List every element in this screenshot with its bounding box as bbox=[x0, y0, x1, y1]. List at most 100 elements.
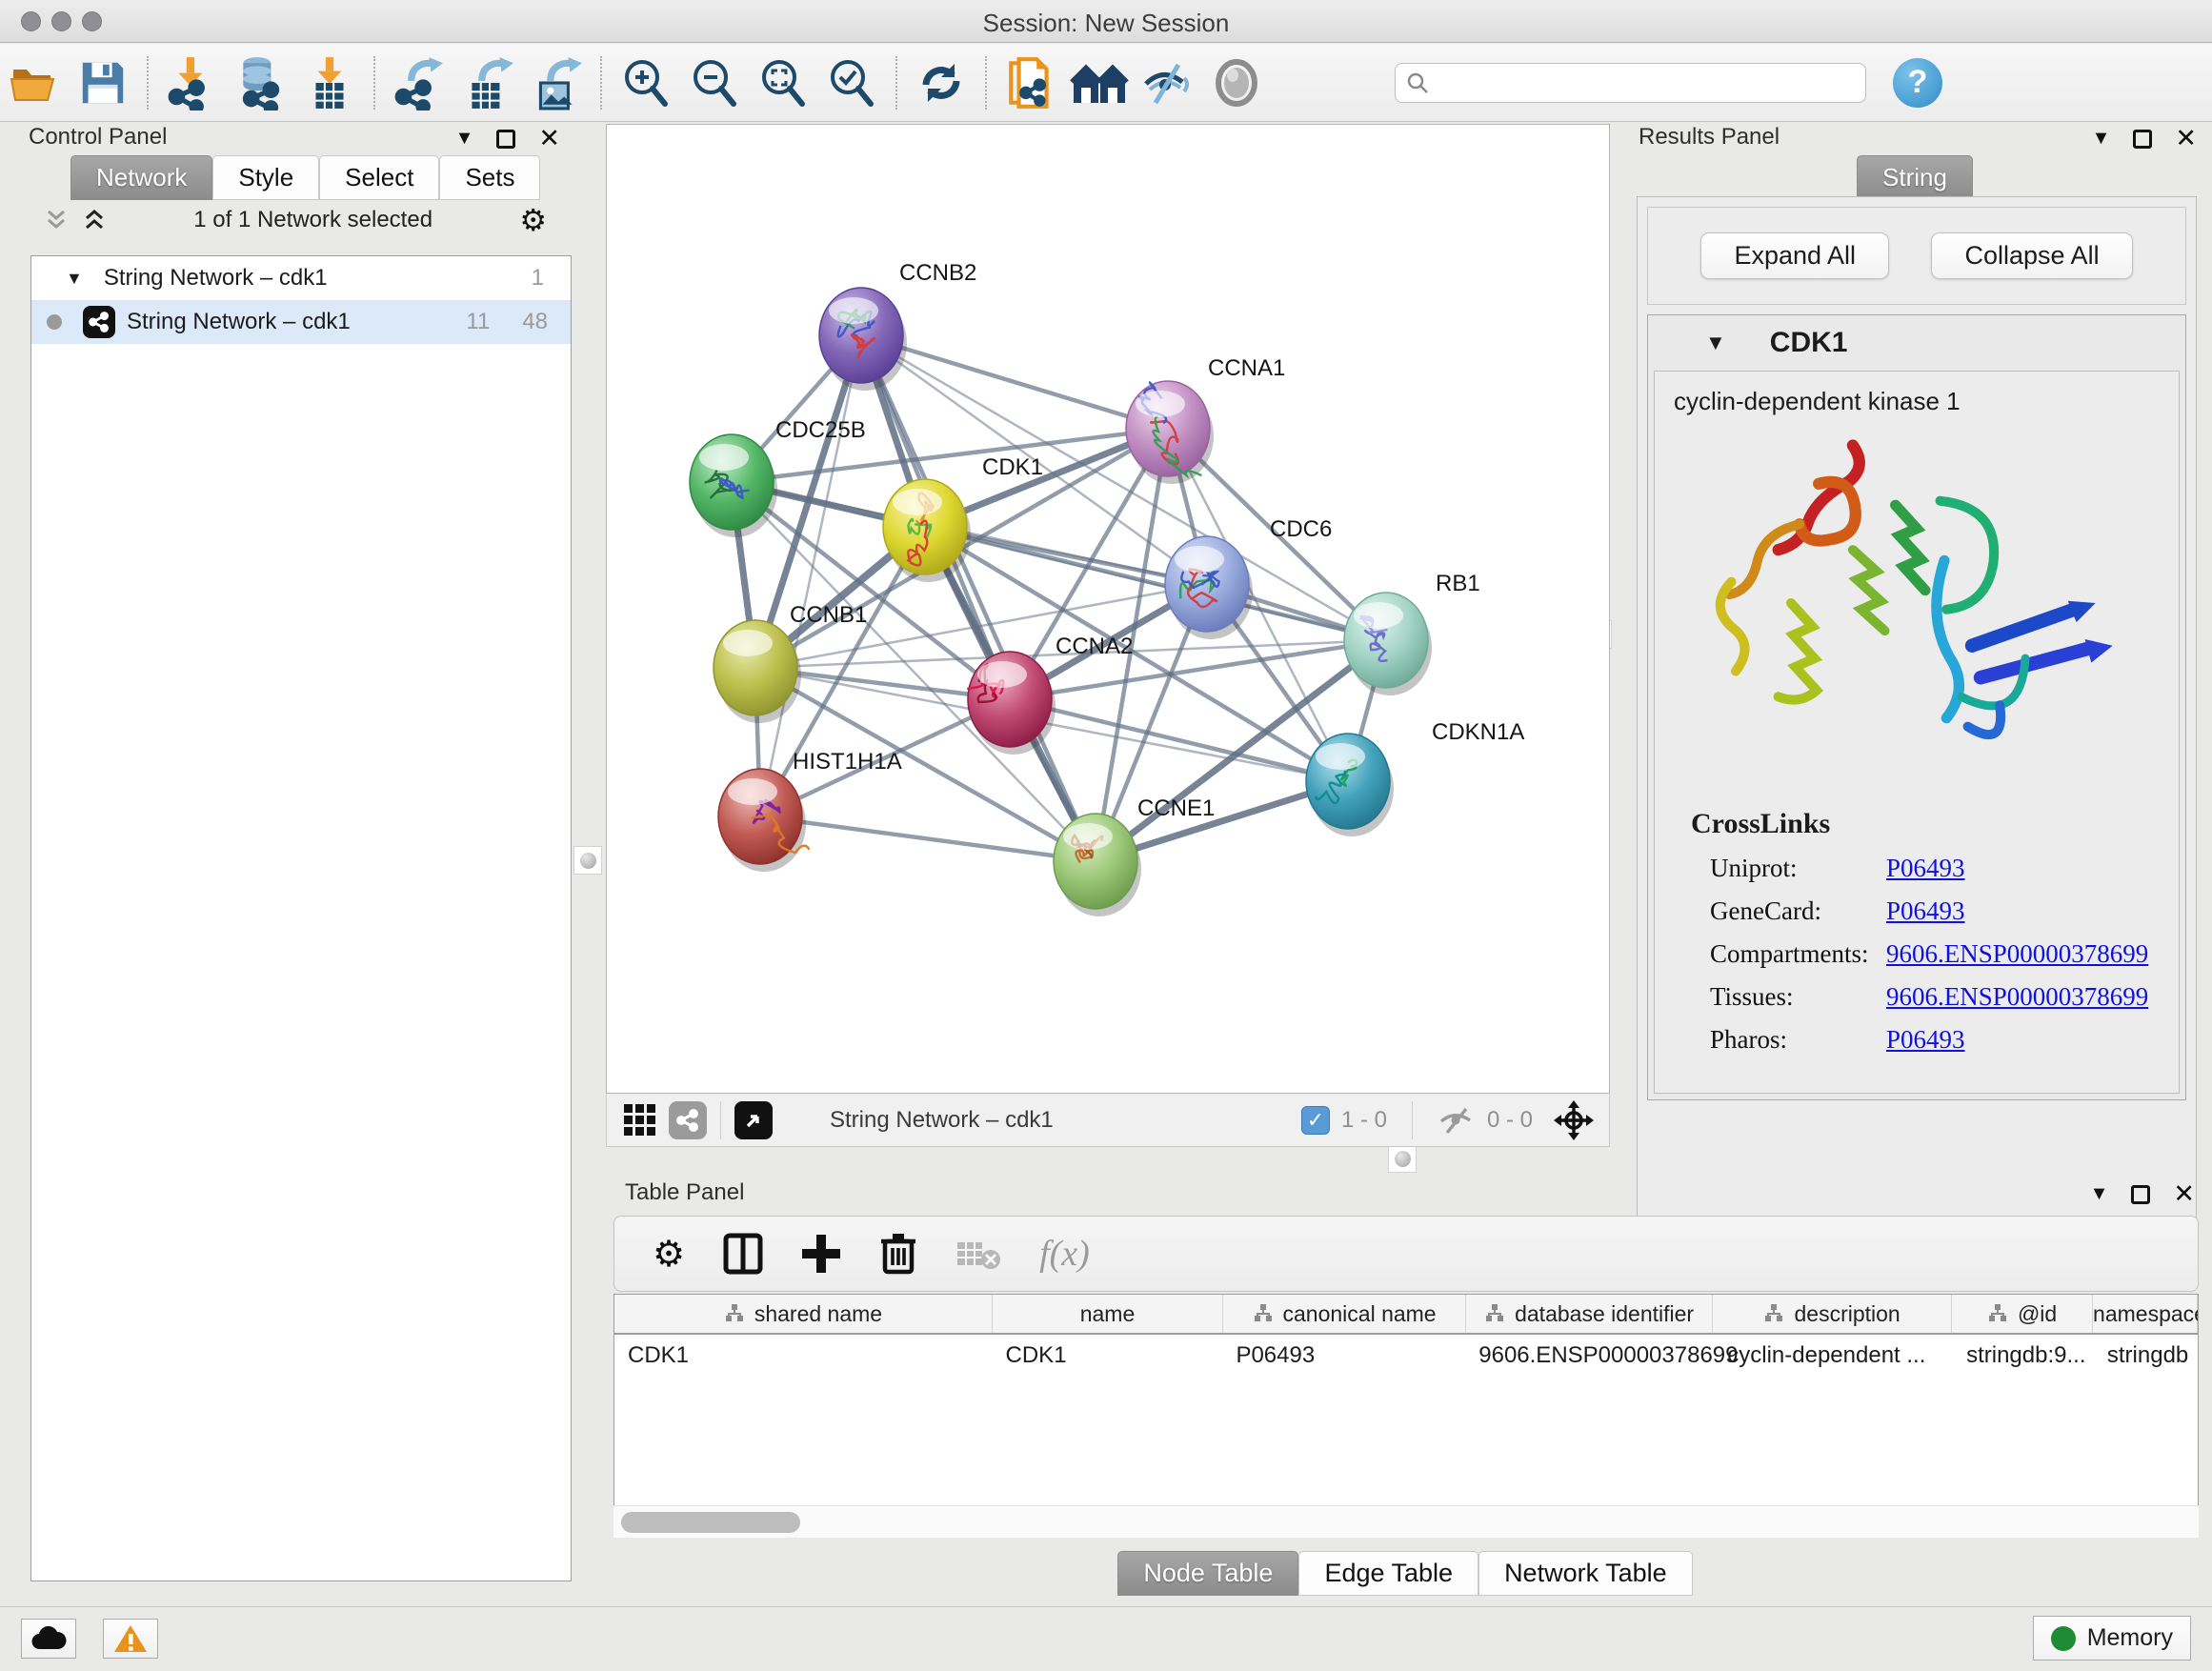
zoom-fit-button[interactable] bbox=[749, 51, 817, 114]
tab-sets[interactable]: Sets bbox=[439, 155, 540, 200]
birdseye-view-icon[interactable] bbox=[734, 1101, 773, 1139]
import-network-file-button[interactable] bbox=[158, 51, 227, 114]
column-header-database-identifier[interactable]: database identifier bbox=[1466, 1295, 1713, 1333]
crosslink-link[interactable]: P06493 bbox=[1886, 896, 1965, 926]
float-panel-icon[interactable] bbox=[2131, 1185, 2150, 1204]
table-gear-icon[interactable]: ⚙ bbox=[653, 1233, 685, 1276]
cell-database-identifier[interactable]: 9606.ENSP00000378699 bbox=[1465, 1335, 1714, 1377]
add-column-icon[interactable] bbox=[801, 1233, 841, 1275]
column-header-name[interactable]: name bbox=[993, 1295, 1223, 1333]
tab-node-table[interactable]: Node Table bbox=[1117, 1551, 1298, 1596]
float-panel-icon[interactable] bbox=[2133, 130, 2152, 149]
node-CDKN1A[interactable]: CDKN1A bbox=[1306, 719, 1524, 836]
grid-view-icon[interactable] bbox=[624, 1104, 655, 1136]
panel-menu-icon[interactable]: ▼ bbox=[2090, 1183, 2109, 1205]
cell-canonical-name[interactable]: P06493 bbox=[1222, 1335, 1465, 1377]
node-table[interactable]: shared namenamecanonical namedatabase id… bbox=[613, 1294, 2199, 1538]
edge-CCNB2-CCNE1[interactable] bbox=[861, 335, 1096, 861]
network-graph[interactable]: CCNB2CCNA1CDC25BCDK1CDC6RB1CCNB1CCNA2CDK… bbox=[607, 125, 1609, 1093]
zoom-out-button[interactable] bbox=[680, 51, 749, 114]
column-header-@id[interactable]: @id bbox=[1952, 1295, 2093, 1333]
cell-name[interactable]: CDK1 bbox=[993, 1335, 1223, 1377]
expand-all-icon[interactable] bbox=[82, 208, 107, 232]
zoom-selected-button[interactable] bbox=[817, 51, 886, 114]
crosslink-link[interactable]: 9606.ENSP00000378699 bbox=[1886, 939, 2148, 969]
close-panel-icon[interactable]: ✕ bbox=[2173, 1179, 2195, 1209]
hide-unhide-button[interactable] bbox=[1134, 51, 1202, 114]
cell-shared-name[interactable]: CDK1 bbox=[614, 1335, 993, 1377]
hidden-eye-icon[interactable] bbox=[1438, 1106, 1476, 1135]
crosslink-link[interactable]: P06493 bbox=[1886, 1025, 1965, 1055]
edge-CCNB2-HIST1H1A[interactable] bbox=[760, 335, 861, 816]
node-CCNE1[interactable]: CCNE1 bbox=[1054, 795, 1215, 916]
fit-content-crosshair-icon[interactable] bbox=[1552, 1098, 1596, 1142]
edge-CCNB2-CCNA1[interactable] bbox=[861, 335, 1168, 429]
export-table-button[interactable] bbox=[453, 51, 522, 114]
zoom-in-button[interactable] bbox=[612, 51, 680, 114]
panel-menu-icon[interactable]: ▼ bbox=[2092, 128, 2111, 150]
cloud-button[interactable] bbox=[21, 1619, 76, 1659]
tab-style[interactable]: Style bbox=[212, 155, 319, 200]
network-view-share-icon[interactable] bbox=[669, 1101, 707, 1139]
memory-button[interactable]: Memory bbox=[2033, 1616, 2191, 1661]
column-header-description[interactable]: description bbox=[1713, 1295, 1952, 1333]
delete-column-icon[interactable] bbox=[879, 1232, 917, 1276]
tab-network-table[interactable]: Network Table bbox=[1478, 1551, 1693, 1596]
help-button[interactable]: ? bbox=[1893, 58, 1942, 108]
gear-icon[interactable]: ⚙ bbox=[519, 202, 547, 238]
cell-@id[interactable]: stringdb:9... bbox=[1953, 1335, 2094, 1377]
table-row[interactable]: CDK1CDK1P064939606.ENSP00000378699cyclin… bbox=[614, 1335, 2198, 1377]
glass-ball-button[interactable] bbox=[1202, 51, 1271, 114]
search-field[interactable] bbox=[1395, 63, 1866, 103]
edge-HIST1H1A-CCNE1[interactable] bbox=[760, 816, 1096, 861]
import-network-database-button[interactable] bbox=[227, 51, 295, 114]
network-tree-root-row[interactable]: ▼ String Network – cdk1 1 bbox=[31, 256, 571, 300]
save-session-button[interactable] bbox=[69, 51, 137, 114]
export-network-button[interactable] bbox=[385, 51, 453, 114]
function-builder-icon[interactable]: f(x) bbox=[1039, 1233, 1090, 1275]
gene-entry-header[interactable]: ▼ CDK1 bbox=[1648, 315, 2185, 371]
panel-menu-icon[interactable]: ▼ bbox=[455, 128, 474, 150]
search-input[interactable] bbox=[1430, 70, 1849, 96]
warning-button[interactable] bbox=[103, 1619, 158, 1659]
node-HIST1H1A[interactable]: HIST1H1A bbox=[718, 749, 902, 872]
network-canvas[interactable]: CCNB2CCNA1CDC25BCDK1CDC6RB1CCNB1CCNA2CDK… bbox=[606, 124, 1610, 1094]
tab-edge-table[interactable]: Edge Table bbox=[1298, 1551, 1478, 1596]
column-header-canonical-name[interactable]: canonical name bbox=[1223, 1295, 1466, 1333]
node-CCNB1[interactable]: CCNB1 bbox=[714, 602, 867, 723]
close-panel-icon[interactable]: ✕ bbox=[2175, 124, 2197, 153]
tree-expander-icon[interactable]: ▼ bbox=[66, 269, 83, 289]
table-horizontal-scrollbar[interactable] bbox=[613, 1505, 2199, 1538]
cell-namespace[interactable]: stringdb bbox=[2094, 1335, 2198, 1377]
left-splitter-handle[interactable] bbox=[573, 846, 602, 875]
open-session-button[interactable] bbox=[0, 51, 69, 114]
entry-expander-icon[interactable]: ▼ bbox=[1705, 331, 1726, 355]
expand-all-button[interactable]: Expand All bbox=[1700, 232, 1889, 279]
refresh-layout-button[interactable] bbox=[907, 51, 975, 114]
scrollbar-thumb[interactable] bbox=[621, 1512, 800, 1533]
table-icon bbox=[472, 83, 499, 109]
new-network-from-file-button[interactable] bbox=[996, 51, 1065, 114]
zoom-fit-icon bbox=[756, 56, 810, 110]
selected-checkbox-icon[interactable]: ✓ bbox=[1301, 1106, 1330, 1135]
tab-string[interactable]: String bbox=[1857, 155, 1973, 200]
import-table-button[interactable] bbox=[295, 51, 364, 114]
cell-description[interactable]: cyclin-dependent ... bbox=[1714, 1335, 1953, 1377]
column-header-shared-name[interactable]: shared name bbox=[614, 1295, 993, 1333]
node-CCNB2[interactable]: CCNB2 bbox=[819, 260, 976, 391]
node-RB1[interactable]: RB1 bbox=[1344, 571, 1480, 695]
collapse-all-button[interactable]: Collapse All bbox=[1931, 232, 2132, 279]
crosslink-link[interactable]: P06493 bbox=[1886, 854, 1965, 883]
tab-network[interactable]: Network bbox=[70, 155, 212, 200]
collapse-all-icon[interactable] bbox=[44, 208, 69, 232]
float-panel-icon[interactable] bbox=[496, 130, 515, 149]
tab-select[interactable]: Select bbox=[319, 155, 439, 200]
close-panel-icon[interactable]: ✕ bbox=[538, 124, 560, 153]
string-home-button[interactable] bbox=[1065, 51, 1134, 114]
show-columns-icon[interactable] bbox=[723, 1233, 763, 1275]
column-header-namespace[interactable]: namespace bbox=[2093, 1295, 2198, 1333]
crosslink-link[interactable]: 9606.ENSP00000378699 bbox=[1886, 982, 2148, 1012]
delete-table-icon[interactable] bbox=[955, 1237, 1001, 1271]
export-image-button[interactable] bbox=[522, 51, 591, 114]
network-tree-row-selected[interactable]: String Network – cdk1 11 48 bbox=[31, 300, 571, 344]
